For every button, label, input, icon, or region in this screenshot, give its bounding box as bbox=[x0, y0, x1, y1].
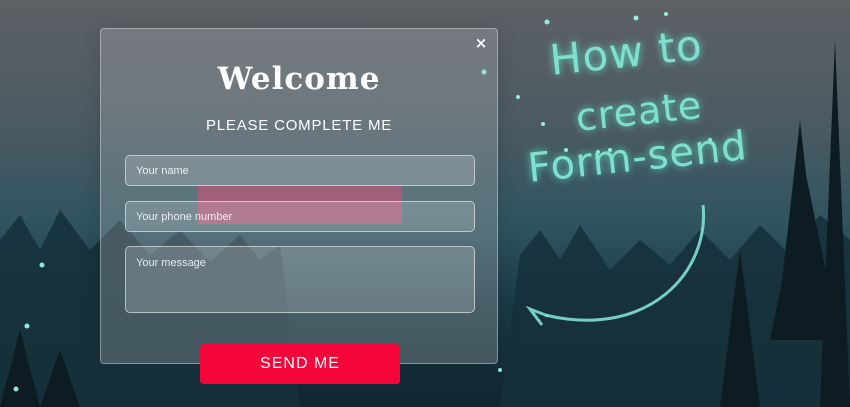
message-textarea[interactable] bbox=[125, 246, 475, 313]
phone-input[interactable] bbox=[125, 201, 475, 232]
close-icon[interactable]: × bbox=[473, 35, 489, 51]
modal-subtitle: PLEASE COMPLETE ME bbox=[205, 117, 393, 134]
modal-title: Welcome bbox=[217, 61, 381, 97]
form-modal: × Welcome PLEASE COMPLETE ME bbox=[100, 28, 498, 364]
name-input[interactable] bbox=[125, 155, 475, 186]
send-button[interactable]: SEND ME bbox=[200, 344, 400, 384]
